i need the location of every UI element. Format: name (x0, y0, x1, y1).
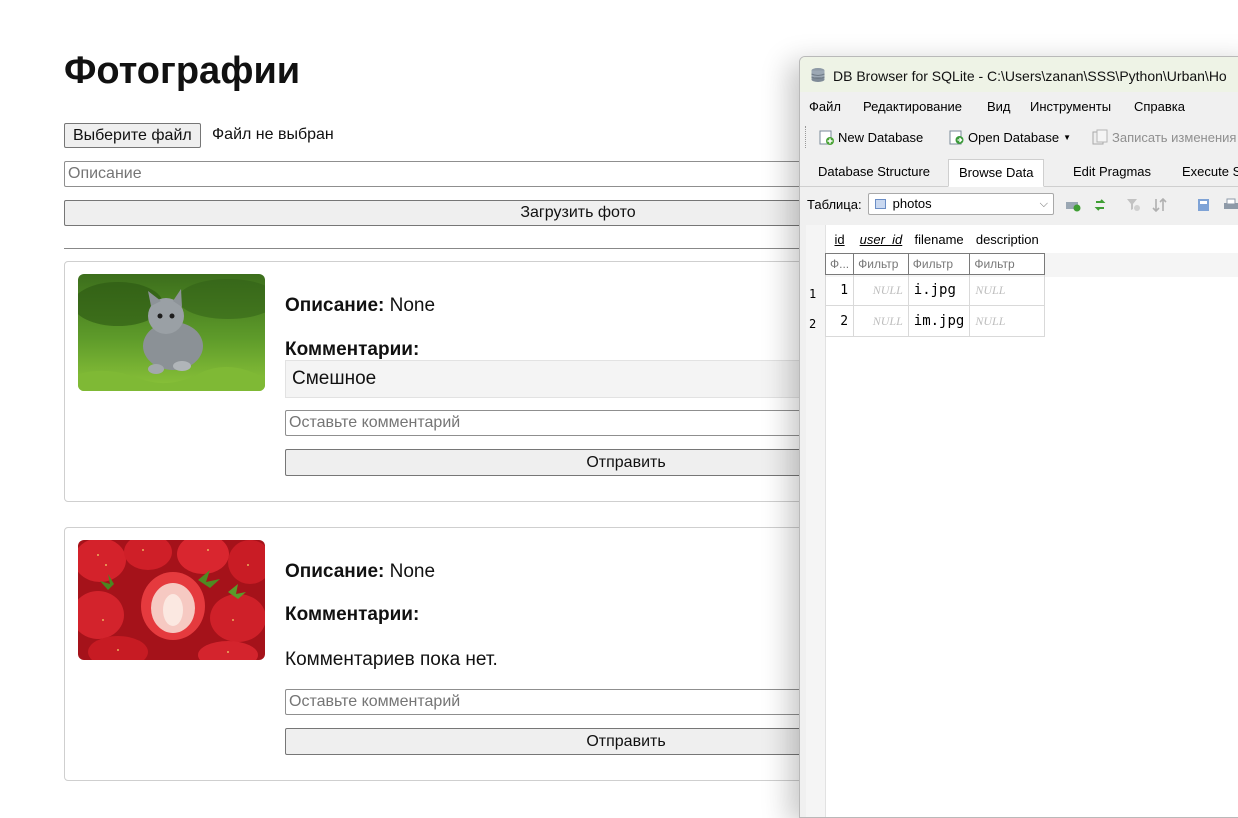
menu-edit[interactable]: Редактирование (863, 99, 962, 114)
table-row[interactable]: 2 NULL im.jpg NULL (824, 305, 1046, 337)
sort-icon[interactable] (1152, 198, 1168, 212)
menu-view[interactable]: Вид (987, 99, 1011, 114)
comments-heading: Комментарии: (285, 339, 419, 361)
table-select[interactable]: photos ⌵ (868, 193, 1054, 215)
open-database-label: Open Database (968, 129, 1060, 145)
tab-browse-data[interactable]: Browse Data (948, 159, 1045, 187)
write-changes-button[interactable]: Записать изменения (1092, 129, 1236, 145)
divider (64, 248, 824, 249)
column-header-user-id[interactable]: user_id (854, 225, 909, 254)
cell-filename[interactable]: im.jpg (907, 305, 971, 337)
send-comment-button[interactable]: Отправить (285, 728, 825, 755)
column-header-id[interactable]: id (826, 225, 854, 254)
cell-id[interactable]: 1 (824, 274, 855, 306)
sync-icon[interactable] (1092, 198, 1108, 212)
photo-card: Описание: None Комментарии: Комментариев… (64, 527, 825, 781)
menu-bar: Файл Редактирование Вид Инструменты Спра… (800, 94, 1238, 116)
open-database-dropdown-icon[interactable]: ▼ (1063, 133, 1071, 142)
table-icon (875, 199, 886, 209)
comment-input[interactable] (285, 689, 825, 715)
row-number[interactable]: 1 (809, 287, 816, 301)
description-input[interactable] (64, 161, 824, 187)
description-line: Описание: None (285, 561, 435, 583)
comment-input[interactable] (285, 410, 825, 436)
chevron-down-icon: ⌵ (1039, 198, 1048, 210)
description-label: Описание: (285, 295, 385, 316)
filter-input[interactable]: Ф... (824, 253, 855, 275)
upload-photo-button[interactable]: Загрузить фото (64, 200, 824, 226)
cell-user-id[interactable]: NULL (853, 305, 909, 337)
cell-filename[interactable]: i.jpg (907, 274, 971, 306)
clear-filters-icon[interactable] (1126, 198, 1142, 212)
data-grid[interactable]: id user_id filename description Ф... Фил… (806, 225, 1238, 817)
description-line: Описание: None (285, 295, 435, 317)
filter-row: Ф... Фильтр Фильтр Фильтр (824, 253, 1046, 275)
table-selector-bar: Таблица: photos ⌵ (800, 190, 1238, 218)
tab-bar: Database Structure Browse Data Edit Prag… (800, 159, 1238, 187)
menu-file[interactable]: Файл (809, 99, 841, 114)
column-header-description[interactable]: description (970, 225, 1045, 254)
page-title: Фотографии (64, 50, 301, 92)
tab-edit-pragmas[interactable]: Edit Pragmas (1063, 159, 1161, 186)
refresh-table-icon[interactable] (1065, 198, 1081, 212)
row-header-gutter (806, 225, 826, 817)
choose-file-button[interactable]: Выберите файл (64, 123, 201, 148)
filter-input[interactable]: Фильтр (969, 253, 1046, 275)
cell-description[interactable]: NULL (969, 305, 1046, 337)
table-select-value: photos (892, 196, 932, 211)
file-status-text: Файл не выбран (212, 126, 334, 143)
write-changes-icon (1092, 129, 1108, 145)
column-header-filename[interactable]: filename (908, 225, 970, 254)
new-database-button[interactable]: New Database (818, 129, 923, 145)
new-database-icon (819, 130, 834, 145)
description-label: Описание: (285, 561, 385, 582)
cell-id[interactable]: 2 (824, 305, 855, 337)
open-database-button[interactable]: Open Database ▼ (948, 129, 1071, 145)
main-toolbar: New Database Open Database ▼ Записать из… (800, 123, 1238, 151)
open-database-icon (949, 130, 964, 145)
photo-thumbnail-strawberries (78, 540, 265, 660)
window-titlebar[interactable]: DB Browser for SQLite - C:\Users\zanan\S… (800, 57, 1238, 92)
comments-label: Комментарии: (285, 604, 420, 625)
window-title: DB Browser for SQLite - C:\Users\zanan\S… (833, 68, 1227, 84)
row-number[interactable]: 2 (809, 317, 816, 331)
description-value: None (389, 295, 436, 316)
no-comments-text: Комментариев пока нет. (285, 649, 498, 670)
description-value: None (389, 561, 436, 582)
cell-description[interactable]: NULL (969, 274, 1046, 306)
table-row[interactable]: 1 NULL i.jpg NULL (824, 274, 1046, 306)
comments-heading: Комментарии: (285, 604, 419, 626)
db-browser-window[interactable]: DB Browser for SQLite - C:\Users\zanan\S… (799, 56, 1238, 818)
menu-tools[interactable]: Инструменты (1030, 99, 1111, 114)
table-label: Таблица: (807, 197, 862, 212)
send-comment-button[interactable]: Отправить (285, 449, 825, 476)
photo-thumbnail-kitten (78, 274, 265, 391)
menu-help[interactable]: Справка (1134, 99, 1185, 114)
tab-database-structure[interactable]: Database Structure (808, 159, 940, 186)
new-database-label: New Database (838, 129, 924, 145)
filter-input[interactable]: Фильтр (853, 253, 909, 275)
write-changes-label: Записать изменения (1112, 129, 1237, 145)
tab-execute-sql[interactable]: Execute S (1172, 159, 1238, 186)
save-results-icon[interactable] (1197, 198, 1213, 212)
records-table[interactable]: id user_id filename description Ф... Фил… (824, 225, 1046, 337)
toolbar-grip (805, 126, 806, 148)
comments-label: Комментарии: (285, 339, 420, 360)
filter-input[interactable]: Фильтр (907, 253, 971, 275)
column-header-row: id user_id filename description (826, 225, 1045, 254)
comment-item: Смешное (285, 360, 825, 398)
print-icon[interactable] (1223, 198, 1238, 212)
database-app-icon (811, 68, 825, 82)
photo-card: Описание: None Комментарии: Смешное Отпр… (64, 261, 825, 502)
cell-user-id[interactable]: NULL (853, 274, 909, 306)
